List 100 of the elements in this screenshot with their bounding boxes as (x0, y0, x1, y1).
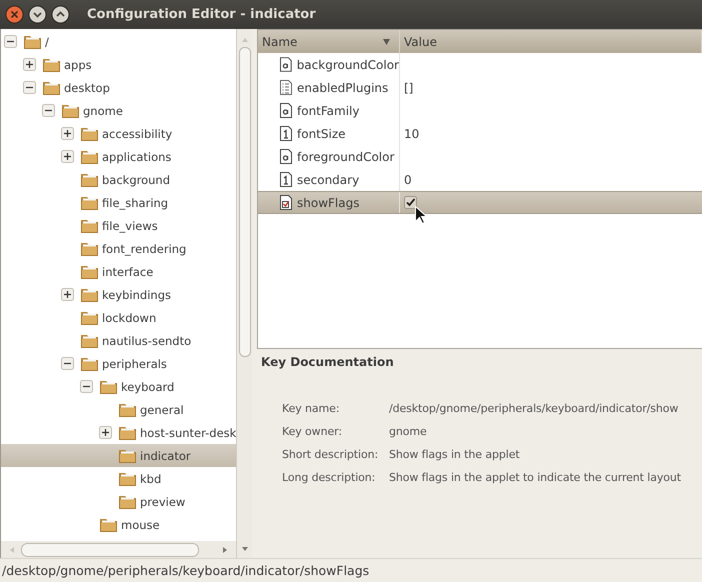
key-name: secondary (297, 172, 360, 186)
tree-item-label: file_sharing (102, 196, 168, 210)
table-row[interactable]: enabledPlugins [] (258, 76, 702, 99)
tree-item-label: nautilus-sendto (102, 334, 192, 348)
table-row[interactable]: fontFamily (258, 99, 702, 122)
folder-icon (118, 447, 137, 464)
tree-row[interactable]: kbd (1, 467, 236, 490)
table-row[interactable]: showFlags (258, 191, 702, 214)
tree-row[interactable]: file_sharing (1, 191, 236, 214)
expand-icon[interactable] (61, 127, 74, 140)
collapse-icon[interactable] (61, 357, 74, 370)
column-header[interactable]: Name (258, 30, 400, 53)
tree-row[interactable]: font_rendering (1, 237, 236, 260)
tree-item-label: host-sunter-desk (140, 426, 236, 440)
expand-icon[interactable] (61, 288, 74, 301)
folder-icon (80, 355, 99, 372)
folder-icon (99, 378, 118, 395)
tree-row[interactable]: / (1, 30, 236, 53)
expand-icon[interactable] (99, 426, 112, 439)
key-value: 10 (404, 126, 420, 140)
table-row[interactable]: backgroundColor (258, 53, 702, 76)
tree-row[interactable]: nautilus-sendto (1, 329, 236, 352)
boolean-icon (280, 195, 292, 210)
mouse-cursor-icon (415, 206, 427, 224)
folder-icon (118, 470, 137, 487)
tree-item-label: lockdown (102, 310, 156, 324)
scrollbar-thumb[interactable] (238, 47, 250, 357)
table-row[interactable]: fontSize 10 (258, 122, 702, 145)
folder-icon (80, 194, 99, 211)
tree-item-label: applications (102, 150, 172, 164)
scrollbar-thumb[interactable] (21, 542, 199, 556)
tree-row[interactable]: keyboard (1, 375, 236, 398)
tree-item-label: peripherals (102, 356, 167, 370)
tree-item-label: accessibility (102, 126, 172, 140)
tree-row[interactable]: applications (1, 145, 236, 168)
tree-row[interactable]: peripherals (1, 352, 236, 375)
tree-row[interactable]: interface (1, 260, 236, 283)
key-name: backgroundColor (296, 58, 399, 72)
expand-icon[interactable] (23, 58, 36, 71)
horizontal-scrollbar[interactable] (1, 541, 236, 558)
field-value: gnome (389, 424, 428, 440)
tree-row[interactable]: general (1, 398, 236, 421)
key-name: foregroundColor (297, 150, 394, 164)
tree-row[interactable]: background (1, 168, 236, 191)
close-icon[interactable] (5, 5, 24, 24)
tree-item-label: file_views (102, 218, 158, 232)
tree-item-label: desktop (64, 80, 110, 94)
tree-row[interactable]: desktop (1, 76, 236, 99)
tree-row[interactable]: file_views (1, 214, 236, 237)
tree-item-label: mouse (121, 518, 160, 532)
integer-icon (280, 172, 292, 187)
tree-item-label: / (45, 34, 49, 48)
checkbox[interactable] (404, 196, 417, 209)
tree-row[interactable]: indicator (1, 444, 236, 467)
tree-item-label: background (102, 172, 170, 186)
column-header[interactable]: Value (400, 30, 702, 53)
collapse-icon[interactable] (80, 380, 93, 393)
key-name: enabledPlugins (297, 80, 388, 94)
tree-item-label: interface (102, 264, 154, 278)
key-value: [] (404, 80, 414, 94)
tree-row[interactable]: keybindings (1, 283, 236, 306)
tree-item-label: keybindings (102, 288, 171, 302)
string-icon (280, 149, 292, 164)
field-value: Show flags in the applet (389, 447, 521, 463)
tree-row[interactable]: preview (1, 490, 236, 513)
tree-item-label: general (140, 402, 184, 416)
tree-item-label: apps (64, 58, 92, 72)
collapse-icon[interactable] (4, 35, 17, 48)
tree-row[interactable]: apps (1, 53, 236, 76)
sort-icon (382, 38, 391, 46)
table-row[interactable]: foregroundColor (258, 145, 702, 168)
folder-icon (80, 240, 99, 257)
folder-icon (80, 171, 99, 188)
expand-icon[interactable] (61, 150, 74, 163)
tree-row[interactable]: host-sunter-desk (1, 421, 236, 444)
tree-row[interactable]: lockdown (1, 306, 236, 329)
status-text: /desktop/gnome/peripherals/keyboard/indicator/showFlags (2, 563, 370, 578)
window-title: Configuration Editor - indicator (87, 7, 316, 22)
folder-icon (80, 286, 99, 303)
tree-item-label: preview (140, 494, 186, 508)
maximize-icon[interactable] (51, 5, 70, 24)
integer-icon (280, 126, 292, 141)
field-label: Long description: (282, 470, 376, 486)
folder-icon (23, 33, 42, 50)
folder-icon (61, 102, 80, 119)
folder-icon (80, 332, 99, 349)
minimize-icon[interactable] (28, 5, 47, 24)
collapse-icon[interactable] (23, 81, 36, 94)
collapse-icon[interactable] (42, 104, 55, 117)
key-name: showFlags (297, 196, 360, 210)
vertical-scrollbar[interactable] (236, 29, 252, 558)
folder-icon (80, 309, 99, 326)
folder-icon (42, 56, 61, 73)
tree-row[interactable]: mouse (1, 513, 236, 536)
field-label: Key name: (282, 401, 340, 417)
tree-row[interactable]: accessibility (1, 122, 236, 145)
list-icon (280, 80, 292, 95)
field-label: Key owner: (282, 424, 343, 440)
tree-item-label: keyboard (121, 380, 174, 394)
tree-row[interactable]: gnome (1, 99, 236, 122)
